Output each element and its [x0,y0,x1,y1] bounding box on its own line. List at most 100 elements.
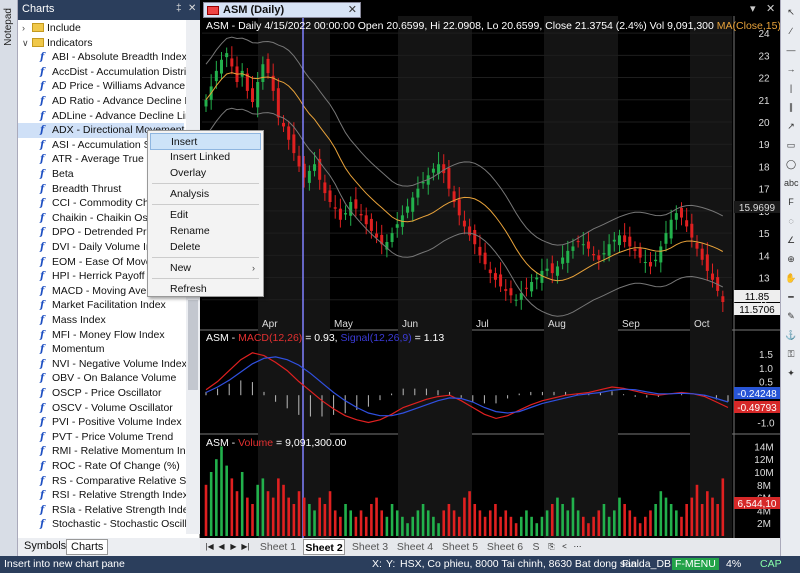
tree-item[interactable]: f DPO - Detrended Pric [18,225,154,240]
tree-item[interactable]: f PVI - Positive Volume Index [18,415,182,430]
tree-item[interactable]: f OSCV - Volume Oscillator [18,401,173,416]
lock-icon[interactable]: ✦ [784,367,798,380]
menu-item[interactable]: Insert [150,133,261,150]
vline-icon[interactable]: | [784,82,798,95]
sheet-tab[interactable]: Sheet 5 [440,539,480,555]
function-icon: f [40,431,45,443]
tree-item[interactable]: f RS - Comparative Relative Stre [18,474,186,489]
tree-item[interactable]: f MACD - Moving Averg [18,284,156,299]
tree-scroll-thumb[interactable] [188,300,198,390]
tree-item[interactable]: f OBV - On Balance Volume [18,371,176,386]
volume-bar [721,478,725,536]
tree-item[interactable]: f AccDist - Accumulation Distrib [18,65,186,80]
tree-item[interactable]: f Beta [18,167,74,182]
tree-item[interactable]: f Chaikin - Chaikin Osc [18,211,153,226]
ruler-icon[interactable]: ✎ [784,310,798,323]
menu-item[interactable]: Delete [150,239,261,256]
tree-item[interactable]: f RSI - Relative Strength Index [18,488,186,503]
magnet-icon[interactable]: ⚿ [784,348,798,361]
ellipse-icon[interactable]: ◯ [784,158,798,171]
candle-body [266,58,270,74]
zoom-icon[interactable]: ✋ [784,272,798,285]
tree-item[interactable]: f Stochastic - Stochastic Oscill [18,517,186,532]
tree-item[interactable]: f CCI - Commodity Cha [18,196,155,211]
fmenu-badge[interactable]: F-MENU [672,558,719,570]
hand-icon[interactable]: ━ [784,291,798,304]
tab-charts[interactable]: Charts [66,539,109,555]
gann-icon[interactable]: ⊕ [784,253,798,266]
tree-item[interactable]: f AD Ratio - Advance Decline R [18,94,186,109]
tree-item[interactable]: f RMI - Relative Momentum Ind [18,444,186,459]
chart-tab[interactable]: ASM (Daily) ✕ [203,2,361,18]
rect-icon[interactable]: ▭ [784,139,798,152]
tree-item[interactable]: f HPI - Herrick Payoff I [18,269,150,284]
tree-item[interactable]: f OSCP - Price Oscillator [18,386,162,401]
tree-item[interactable]: f Mass Index [18,313,106,328]
expand-icon[interactable]: › [22,21,32,36]
menu-item[interactable]: New › [150,260,261,277]
channel-icon[interactable]: ∥ [784,101,798,114]
menu-item[interactable]: Overlay [150,165,261,182]
sheet-tab[interactable]: S [530,539,542,555]
tree-item[interactable]: f ABI - Absolute Breadth Index [18,50,186,65]
tree-item[interactable]: f Breadth Thrust [18,182,121,197]
fib-icon[interactable]: ◌ [784,215,798,228]
tree-item-label: Chaikin - Chaikin Osc [52,211,153,224]
tree-item[interactable]: f DVI - Daily Volume In [18,240,152,255]
sheet-tab[interactable]: Sheet 1 [258,539,298,555]
sheet-nav-icon[interactable]: |◀ [204,540,215,553]
menu-item[interactable]: Insert Linked [150,149,261,166]
tab-symbols[interactable]: Symbols [20,539,70,555]
tree-item[interactable]: f ASI - Accumulation S [18,138,151,153]
tree-item[interactable]: › Include [18,21,81,36]
hline-icon[interactable]: — [784,44,798,57]
tree-item[interactable]: f Momentum [18,342,105,357]
sheet-tab[interactable]: Sheet 3 [350,539,390,555]
pin-icon[interactable]: ‡ [176,3,182,14]
sheet-tab[interactable]: Sheet 6 [485,539,525,555]
sheet-nav-icon[interactable]: ▶ [228,540,239,553]
sheet-tab[interactable]: Sheet 2 [303,539,345,555]
sheet-extra-icon[interactable]: < [559,540,570,553]
tree-item[interactable]: f ADLine - Advance Decline Lin [18,109,186,124]
arrow-icon[interactable]: ↗ [784,120,798,133]
menu-item[interactable]: Rename [150,223,261,240]
candle-body [261,64,265,82]
dropdown-icon[interactable]: ▾ [750,2,756,15]
line-icon[interactable]: ∕ [784,25,798,38]
volume-bar [416,510,420,536]
sheet-nav-icon[interactable]: ▶| [240,540,251,553]
tree-item[interactable]: f RSIa - Relative Strength Index [18,503,186,518]
tree-item[interactable]: ∨ Indicators [18,36,93,51]
tree-item[interactable]: f PVT - Price Volume Trend [18,430,173,445]
abc-icon[interactable]: F [784,196,798,209]
tree-item[interactable]: f Market Facilitation Index [18,298,166,313]
tree-item[interactable]: f MFI - Money Flow Index [18,328,165,343]
cursor-icon[interactable]: ↖ [784,6,798,19]
cycle-icon[interactable]: ∠ [784,234,798,247]
ray-icon[interactable]: → [784,63,798,76]
tree-item[interactable]: f NVI - Negative Volume Index [18,357,186,372]
tree-item[interactable]: f ATR - Average True R [18,152,154,167]
expand-icon[interactable]: ∨ [22,36,32,51]
close-icon[interactable]: ✕ [188,3,196,14]
window-close-icon[interactable]: ✕ [766,2,775,15]
sheet-extra-icon[interactable]: ⋯ [572,540,583,553]
menu-item[interactable]: Analysis [150,186,261,203]
menu-item[interactable]: Edit [150,207,261,224]
tree-item[interactable]: f AD Price - Williams Advance D [18,79,186,94]
candle-body [566,250,570,263]
month-band [544,16,618,538]
notepad-sidebar[interactable]: Notepad [0,0,18,560]
tree-item[interactable]: f EOM - Ease Of Mover [18,255,155,270]
chart-tab-close-icon[interactable]: ✕ [348,3,357,16]
chart-canvas[interactable]: 24232221201918171615141312AprMayJunJulAu… [200,0,780,538]
sheet-nav-icon[interactable]: ◀ [216,540,227,553]
sheet-extra-icon[interactable]: ⎘ [546,540,557,553]
tree-item[interactable]: f ROC - Rate Of Change (%) [18,459,180,474]
text-icon[interactable]: abc [784,177,799,190]
menu-item[interactable]: Refresh [150,281,261,298]
pencil-icon[interactable]: ⚓ [784,329,798,342]
sheet-tab[interactable]: Sheet 4 [395,539,435,555]
menu-item-label: New [170,262,192,274]
